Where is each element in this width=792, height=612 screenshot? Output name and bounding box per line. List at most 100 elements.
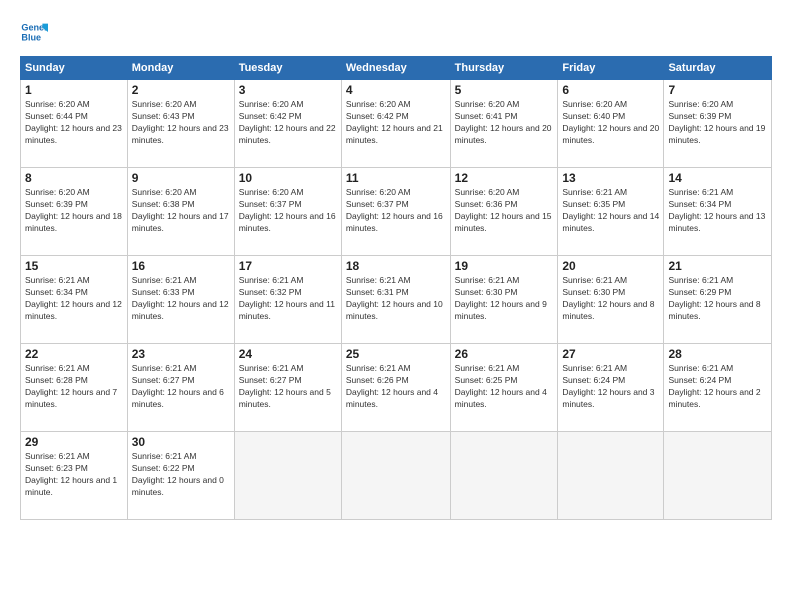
day-detail: Sunrise: 6:20 AMSunset: 6:37 PMDaylight:…: [239, 187, 337, 235]
calendar-cell: 1 Sunrise: 6:20 AMSunset: 6:44 PMDaylight…: [21, 80, 128, 168]
day-detail: Sunrise: 6:20 AMSunset: 6:37 PMDaylight:…: [346, 187, 446, 235]
calendar-cell: 18 Sunrise: 6:21 AMSunset: 6:31 PMDayligh…: [341, 256, 450, 344]
day-detail: Sunrise: 6:20 AMSunset: 6:44 PMDaylight:…: [25, 99, 123, 147]
day-detail: Sunrise: 6:21 AMSunset: 6:33 PMDaylight:…: [132, 275, 230, 323]
calendar-cell: 11 Sunrise: 6:20 AMSunset: 6:37 PMDayligh…: [341, 168, 450, 256]
day-detail: Sunrise: 6:20 AMSunset: 6:40 PMDaylight:…: [562, 99, 659, 147]
day-number: 19: [455, 259, 554, 273]
header-saturday: Saturday: [664, 57, 772, 80]
day-detail: Sunrise: 6:20 AMSunset: 6:39 PMDaylight:…: [668, 99, 767, 147]
logo-icon: General Blue: [20, 18, 48, 46]
calendar-week-2: 8 Sunrise: 6:20 AMSunset: 6:39 PMDaylight…: [21, 168, 772, 256]
day-number: 25: [346, 347, 446, 361]
calendar-cell: 27Sunrise: 6:21 AMSunset: 6:24 PMDayligh…: [558, 344, 664, 432]
header: General Blue: [20, 18, 772, 46]
header-monday: Monday: [127, 57, 234, 80]
day-number: 6: [562, 83, 659, 97]
day-detail: Sunrise: 6:21 AMSunset: 6:26 PMDaylight:…: [346, 363, 446, 411]
day-number: 4: [346, 83, 446, 97]
calendar-cell: 8 Sunrise: 6:20 AMSunset: 6:39 PMDaylight…: [21, 168, 128, 256]
day-detail: Sunrise: 6:21 AMSunset: 6:30 PMDaylight:…: [455, 275, 554, 323]
calendar-cell: 19 Sunrise: 6:21 AMSunset: 6:30 PMDayligh…: [450, 256, 558, 344]
day-number: 18: [346, 259, 446, 273]
day-number: 7: [668, 83, 767, 97]
calendar-cell: [664, 432, 772, 520]
day-number: 16: [132, 259, 230, 273]
day-number: 9: [132, 171, 230, 185]
calendar-cell: 15 Sunrise: 6:21 AMSunset: 6:34 PMDayligh…: [21, 256, 128, 344]
day-detail: Sunrise: 6:20 AMSunset: 6:38 PMDaylight:…: [132, 187, 230, 235]
day-detail: Sunrise: 6:21 AMSunset: 6:32 PMDaylight:…: [239, 275, 337, 323]
day-detail: Sunrise: 6:21 AMSunset: 6:35 PMDaylight:…: [562, 187, 659, 235]
day-detail: Sunrise: 6:21 AMSunset: 6:27 PMDaylight:…: [239, 363, 337, 411]
day-number: 15: [25, 259, 123, 273]
day-detail: Sunrise: 6:21 AMSunset: 6:29 PMDaylight:…: [668, 275, 767, 323]
day-number: 13: [562, 171, 659, 185]
calendar-table: Sunday Monday Tuesday Wednesday Thursday…: [20, 56, 772, 520]
day-detail: Sunrise: 6:20 AMSunset: 6:42 PMDaylight:…: [346, 99, 446, 147]
calendar-cell: 17 Sunrise: 6:21 AMSunset: 6:32 PMDayligh…: [234, 256, 341, 344]
calendar-cell: 10 Sunrise: 6:20 AMSunset: 6:37 PMDayligh…: [234, 168, 341, 256]
day-detail: Sunrise: 6:21 AMSunset: 6:34 PMDaylight:…: [25, 275, 123, 323]
calendar-cell: 7 Sunrise: 6:20 AMSunset: 6:39 PMDaylight…: [664, 80, 772, 168]
svg-text:Blue: Blue: [21, 32, 41, 42]
day-number: 8: [25, 171, 123, 185]
header-friday: Friday: [558, 57, 664, 80]
calendar-cell: 12 Sunrise: 6:20 AMSunset: 6:36 PMDayligh…: [450, 168, 558, 256]
day-number: 17: [239, 259, 337, 273]
calendar-cell: 2Sunrise: 6:20 AMSunset: 6:43 PMDaylight…: [127, 80, 234, 168]
calendar-cell: 4 Sunrise: 6:20 AMSunset: 6:42 PMDaylight…: [341, 80, 450, 168]
day-detail: Sunrise: 6:21 AMSunset: 6:31 PMDaylight:…: [346, 275, 446, 323]
day-number: 29: [25, 435, 123, 449]
weekday-header-row: Sunday Monday Tuesday Wednesday Thursday…: [21, 57, 772, 80]
day-detail: Sunrise: 6:20 AMSunset: 6:42 PMDaylight:…: [239, 99, 337, 147]
header-thursday: Thursday: [450, 57, 558, 80]
day-detail: Sunrise: 6:21 AMSunset: 6:28 PMDaylight:…: [25, 363, 123, 411]
day-detail: Sunrise: 6:21 AMSunset: 6:27 PMDaylight:…: [132, 363, 230, 411]
day-number: 12: [455, 171, 554, 185]
calendar-week-3: 15 Sunrise: 6:21 AMSunset: 6:34 PMDayligh…: [21, 256, 772, 344]
day-number: 5: [455, 83, 554, 97]
calendar-cell: 9 Sunrise: 6:20 AMSunset: 6:38 PMDaylight…: [127, 168, 234, 256]
calendar-week-4: 22Sunrise: 6:21 AMSunset: 6:28 PMDayligh…: [21, 344, 772, 432]
day-detail: Sunrise: 6:20 AMSunset: 6:36 PMDaylight:…: [455, 187, 554, 235]
day-detail: Sunrise: 6:20 AMSunset: 6:39 PMDaylight:…: [25, 187, 123, 235]
header-wednesday: Wednesday: [341, 57, 450, 80]
calendar-cell: 16 Sunrise: 6:21 AMSunset: 6:33 PMDayligh…: [127, 256, 234, 344]
day-detail: Sunrise: 6:21 AMSunset: 6:24 PMDaylight:…: [668, 363, 767, 411]
calendar-cell: [341, 432, 450, 520]
calendar-cell: [234, 432, 341, 520]
day-number: 21: [668, 259, 767, 273]
calendar-cell: [450, 432, 558, 520]
calendar-cell: 14 Sunrise: 6:21 AMSunset: 6:34 PMDayligh…: [664, 168, 772, 256]
day-detail: Sunrise: 6:21 AMSunset: 6:23 PMDaylight:…: [25, 451, 123, 499]
day-number: 23: [132, 347, 230, 361]
day-number: 2: [132, 83, 230, 97]
calendar-cell: 6 Sunrise: 6:20 AMSunset: 6:40 PMDaylight…: [558, 80, 664, 168]
day-number: 20: [562, 259, 659, 273]
calendar-week-5: 29 Sunrise: 6:21 AMSunset: 6:23 PMDayligh…: [21, 432, 772, 520]
logo: General Blue: [20, 18, 52, 46]
day-number: 1: [25, 83, 123, 97]
calendar-cell: 3 Sunrise: 6:20 AMSunset: 6:42 PMDaylight…: [234, 80, 341, 168]
calendar-page: General Blue Sunday Monday Tuesday Wedne…: [0, 0, 792, 612]
day-number: 10: [239, 171, 337, 185]
day-detail: Sunrise: 6:21 AMSunset: 6:30 PMDaylight:…: [562, 275, 659, 323]
day-number: 24: [239, 347, 337, 361]
calendar-cell: 26Sunrise: 6:21 AMSunset: 6:25 PMDayligh…: [450, 344, 558, 432]
day-number: 3: [239, 83, 337, 97]
day-number: 26: [455, 347, 554, 361]
calendar-cell: 22Sunrise: 6:21 AMSunset: 6:28 PMDayligh…: [21, 344, 128, 432]
calendar-cell: 29 Sunrise: 6:21 AMSunset: 6:23 PMDayligh…: [21, 432, 128, 520]
calendar-cell: 20 Sunrise: 6:21 AMSunset: 6:30 PMDayligh…: [558, 256, 664, 344]
day-detail: Sunrise: 6:21 AMSunset: 6:34 PMDaylight:…: [668, 187, 767, 235]
day-number: 27: [562, 347, 659, 361]
calendar-body: 1 Sunrise: 6:20 AMSunset: 6:44 PMDaylight…: [21, 80, 772, 520]
header-tuesday: Tuesday: [234, 57, 341, 80]
calendar-cell: 5Sunrise: 6:20 AMSunset: 6:41 PMDaylight…: [450, 80, 558, 168]
calendar-cell: 28Sunrise: 6:21 AMSunset: 6:24 PMDayligh…: [664, 344, 772, 432]
day-number: 11: [346, 171, 446, 185]
day-number: 14: [668, 171, 767, 185]
calendar-cell: 23 Sunrise: 6:21 AMSunset: 6:27 PMDayligh…: [127, 344, 234, 432]
calendar-cell: 21 Sunrise: 6:21 AMSunset: 6:29 PMDayligh…: [664, 256, 772, 344]
